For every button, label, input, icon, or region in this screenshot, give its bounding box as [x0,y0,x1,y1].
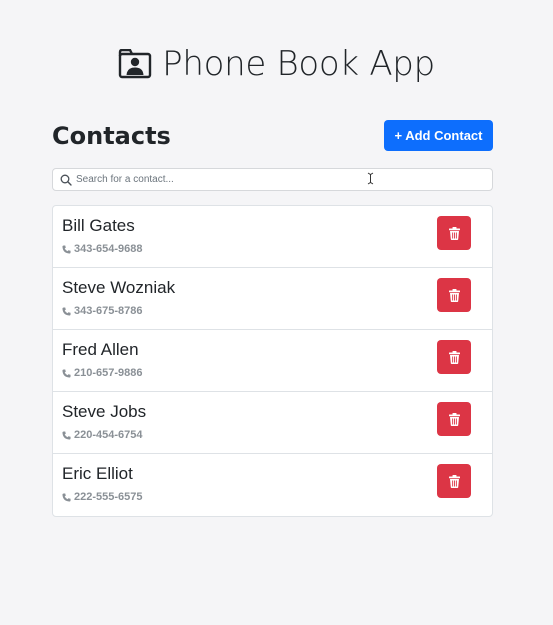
contact-phone: 210-657-9886 [62,366,143,380]
contact-phone: 343-675-8786 [62,304,143,318]
contact-phone-number: 210-657-9886 [74,367,143,379]
phone-icon [62,306,71,316]
search-input[interactable] [76,174,456,185]
trash-icon [448,350,460,364]
delete-contact-button[interactable] [437,464,471,498]
contact-phone-number: 343-654-9688 [74,243,143,255]
contact-name: Steve Wozniak [62,278,176,297]
contact-phone-number: 343-675-8786 [74,305,143,317]
add-contact-button[interactable]: + Add Contact [384,120,493,151]
contact-name: Bill Gates [62,216,135,235]
contact-list: Bill Gates 343-654-9688 Steve Wozniak 34… [52,205,493,517]
phone-icon [62,244,71,254]
contact-item: Bill Gates 343-654-9688 [53,206,492,268]
contact-phone: 222-555-6575 [62,490,143,504]
app-header: Phone Book App [0,44,553,84]
delete-contact-button[interactable] [437,402,471,436]
contact-item: Eric Elliot 222-555-6575 [53,454,492,516]
trash-icon [448,226,460,240]
delete-contact-button[interactable] [437,340,471,374]
trash-icon [448,288,460,302]
phone-icon [62,492,71,502]
search-bar[interactable] [52,168,493,191]
contact-name: Steve Jobs [62,402,147,421]
contact-name: Eric Elliot [62,464,133,483]
contact-item: Steve Jobs 220-454-6754 [53,392,492,454]
address-book-icon [118,49,152,79]
delete-contact-button[interactable] [437,216,471,250]
trash-icon [448,412,460,426]
phone-icon [62,368,71,378]
phone-icon [62,430,71,440]
contact-item: Steve Wozniak 343-675-8786 [53,268,492,330]
contacts-heading: Contacts [52,122,171,150]
contact-phone-number: 222-555-6575 [74,491,143,503]
search-icon [60,174,72,186]
contact-phone: 220-454-6754 [62,428,143,442]
contact-phone: 343-654-9688 [62,242,143,256]
contact-phone-number: 220-454-6754 [74,429,143,441]
contact-name: Fred Allen [62,340,139,359]
app-title: Phone Book App [162,44,435,84]
delete-contact-button[interactable] [437,278,471,312]
contact-item: Fred Allen 210-657-9886 [53,330,492,392]
trash-icon [448,474,460,488]
text-cursor-icon [367,172,374,185]
